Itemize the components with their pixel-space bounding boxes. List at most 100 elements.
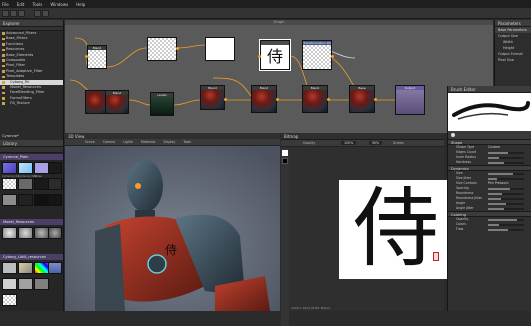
screen-select[interactable]: Screen [393, 141, 404, 145]
3d-menu-scene[interactable]: Scene [85, 140, 95, 144]
brush-property-slider[interactable] [488, 162, 524, 164]
graph-node-blend-b[interactable]: Blend [105, 90, 129, 114]
port-icon[interactable] [224, 98, 227, 101]
brush-property[interactable]: Flow [448, 227, 531, 232]
library-tile[interactable] [34, 162, 49, 174]
3d-view[interactable]: 3D View Scene Camera Lights Materials Di… [65, 133, 280, 311]
library-grid-2 [0, 225, 63, 253]
menu-windows[interactable]: Windows [50, 2, 68, 7]
library-tile[interactable] [18, 278, 33, 290]
3d-menu-tools[interactable]: Tools [183, 140, 191, 144]
library-tile[interactable] [18, 178, 33, 190]
library-tile[interactable] [2, 227, 17, 239]
graph-node-blend-d[interactable]: Blend [251, 85, 277, 113]
brush-property-slider[interactable] [488, 219, 524, 221]
library-tile[interactable] [34, 278, 49, 290]
menu-help[interactable]: Help [76, 2, 85, 7]
library-tile[interactable] [18, 227, 33, 239]
brush-property-label: Colors [456, 222, 466, 226]
graph-links [69, 37, 395, 106]
param-pixel-size[interactable]: Pixel Size [495, 57, 531, 63]
port-icon[interactable] [327, 98, 330, 101]
library-tile[interactable] [48, 227, 62, 239]
brush-property-slider[interactable] [488, 229, 524, 231]
brush-property-slider[interactable] [488, 203, 524, 205]
brush-property-slider[interactable] [488, 173, 524, 175]
undo-icon[interactable] [34, 10, 41, 17]
library-tile[interactable] [48, 194, 62, 206]
port-icon[interactable] [276, 98, 279, 101]
library-tile[interactable] [18, 194, 33, 206]
library-tile[interactable] [18, 262, 33, 274]
library-tile[interactable] [34, 178, 49, 190]
library-tile[interactable] [2, 278, 17, 290]
graph-view[interactable]: Graph Blend 侍 Transformation 2D Blend Le… [65, 20, 493, 133]
graph-node-glyph[interactable]: 侍 [259, 39, 291, 71]
library-tile[interactable] [48, 162, 62, 174]
3d-menu-camera[interactable]: Camera [103, 140, 116, 144]
graph-node-blend-a[interactable]: Blend [87, 45, 107, 69]
shape-properties: Shape Type Custom Edges Count Inner Radius H… [448, 145, 531, 165]
opacity-select[interactable]: 90% [369, 141, 383, 145]
brush-property-slider[interactable] [488, 193, 524, 195]
brush-property[interactable]: Hardness [448, 160, 531, 165]
color-swatch-icon[interactable] [282, 158, 288, 164]
3d-menu-materials[interactable]: Materials [141, 140, 156, 144]
port-icon[interactable] [258, 55, 261, 58]
graph-node-blend-e[interactable]: Blend [302, 85, 328, 113]
library-tile[interactable] [18, 162, 33, 174]
graph-node-base[interactable]: Base [349, 85, 375, 113]
library-tile[interactable] [2, 294, 17, 306]
node-label: Levels [151, 93, 173, 97]
library-tile[interactable] [48, 262, 62, 274]
open-icon[interactable] [10, 10, 17, 17]
brush-property-slider[interactable] [488, 178, 524, 180]
library-tile[interactable] [2, 262, 17, 274]
brush-property-slider[interactable] [488, 208, 524, 210]
menu-file[interactable]: File [2, 2, 9, 7]
graph-node-transform[interactable]: Transformation 2D [302, 40, 332, 70]
menu-edit[interactable]: Edit [17, 2, 25, 7]
seal-stamp [433, 252, 439, 261]
main-toolbar [0, 8, 531, 19]
graph-node-pattern[interactable] [147, 37, 177, 61]
2d-toolbar: Opacity 100% 90% Screen [281, 140, 444, 147]
3d-menu-lights[interactable]: Lights [123, 140, 133, 144]
library-tile[interactable] [34, 194, 49, 206]
2d-view[interactable]: Bitmap Opacity 100% 90% Screen 侍 1024 x … [281, 133, 447, 326]
graph-node-blend-c[interactable]: Blend [200, 85, 225, 110]
port-icon[interactable] [374, 98, 377, 101]
brush-property-slider[interactable] [488, 157, 524, 159]
color-swatch-icon[interactable] [282, 150, 288, 156]
port-icon[interactable] [176, 47, 179, 50]
brush-property-slider[interactable] [488, 188, 524, 190]
brush-property-slider[interactable] [488, 224, 524, 226]
graph-node-levels[interactable]: Levels [150, 92, 174, 116]
port-icon[interactable] [331, 55, 334, 58]
node-label: Blend [303, 86, 327, 90]
port-icon[interactable] [85, 55, 88, 58]
graph-node-output[interactable]: Output [395, 85, 425, 115]
library-toolbar [0, 147, 63, 153]
save-icon[interactable] [18, 10, 25, 17]
new-icon[interactable] [2, 10, 9, 17]
redo-icon[interactable] [42, 10, 49, 17]
library-tile[interactable] [2, 194, 17, 206]
library-tile[interactable] [34, 227, 49, 239]
graph-node-white[interactable] [205, 37, 235, 61]
2d-canvas[interactable]: 侍 [339, 180, 447, 279]
library-tile[interactable] [2, 178, 17, 190]
zoom-select[interactable]: 100% [341, 141, 357, 145]
brush-property[interactable]: Angle Jitter [448, 206, 531, 211]
explorer-item[interactable]: Fill_Texture [0, 101, 63, 106]
brush-property-slider[interactable] [488, 152, 524, 154]
library-tile[interactable] [34, 262, 49, 274]
2d-view-title: Bitmap [281, 133, 444, 140]
brush-tip-icon[interactable] [451, 133, 455, 137]
3d-menu-display[interactable]: Display [163, 140, 175, 144]
brush-property-slider[interactable] [488, 198, 524, 200]
brush-toolbar [448, 131, 531, 139]
library-tile[interactable] [2, 162, 17, 174]
menu-tools[interactable]: Tools [32, 2, 42, 7]
library-tile[interactable] [48, 178, 62, 190]
